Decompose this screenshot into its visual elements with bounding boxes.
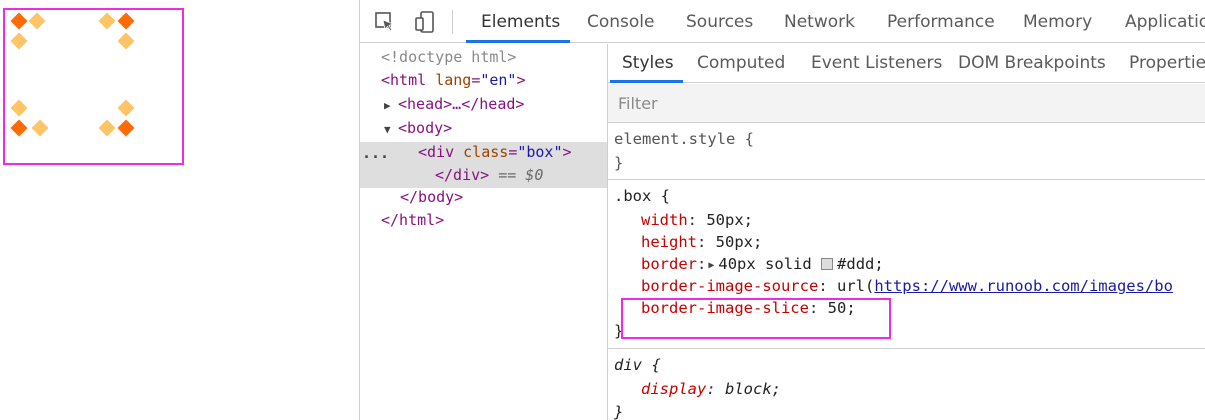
tab-event-listeners[interactable]: Event Listeners xyxy=(811,44,942,82)
tab-performance[interactable]: Performance xyxy=(887,0,995,43)
tab-application[interactable]: Applicatio xyxy=(1125,0,1205,43)
html-close-tag: </html> xyxy=(381,211,445,229)
tab-properties[interactable]: Properties xyxy=(1129,44,1205,82)
styles-pane: Styles Computed Event Listeners DOM Brea… xyxy=(608,44,1205,420)
color-swatch-icon[interactable] xyxy=(821,258,834,270)
css-prop-height[interactable]: height: 50px; xyxy=(641,231,762,253)
tab-dom-breakpoints[interactable]: DOM Breakpoints xyxy=(958,44,1106,82)
tab-elements[interactable]: Elements xyxy=(481,0,560,43)
tree-html-open[interactable]: <html lang="en"> xyxy=(381,69,526,92)
tab-styles[interactable]: Styles xyxy=(622,44,674,82)
tree-html-close[interactable]: </html> xyxy=(381,209,444,232)
tab-memory[interactable]: Memory xyxy=(1023,0,1092,43)
element-style-rule: element.style { } xyxy=(608,124,1205,180)
tree-div-open[interactable]: <div class="box"> xyxy=(418,141,572,164)
element-style-close: } xyxy=(614,154,624,172)
image-url-link[interactable]: https://www.runoob.com/images/bo xyxy=(874,277,1173,295)
tree-doctype[interactable]: <!doctype html> xyxy=(381,46,516,69)
css-prop-border-image-source[interactable]: border-image-source: url(https://www.run… xyxy=(641,275,1173,297)
tree-body-close[interactable]: </body> xyxy=(400,186,463,209)
selected-marker: == $0 xyxy=(498,166,544,184)
devtools-toolbar: Elements Console Sources Network Perform… xyxy=(360,0,1205,43)
box-highlight-outline xyxy=(3,8,184,165)
div-rule-close: } xyxy=(614,403,624,420)
html-attr-name: lang xyxy=(435,71,472,89)
active-subtab-indicator xyxy=(610,80,683,83)
div-attr-value: "box" xyxy=(517,143,563,161)
tab-sources[interactable]: Sources xyxy=(686,0,753,43)
div-attr-name: class xyxy=(463,143,509,161)
sidebar-tabs: Styles Computed Event Listeners DOM Brea… xyxy=(608,44,1205,83)
body-open-tag: <body> xyxy=(398,119,453,137)
active-tab-indicator xyxy=(466,40,570,43)
rendered-page xyxy=(0,0,359,420)
element-style-selector[interactable]: element.style { xyxy=(614,128,754,150)
div-open-tag: <div xyxy=(418,143,455,161)
node-menu-icon[interactable]: ... xyxy=(362,144,389,162)
tab-computed[interactable]: Computed xyxy=(697,44,785,82)
div-selector[interactable]: div { xyxy=(614,354,661,376)
css-prop-display[interactable]: display: block; xyxy=(641,378,781,400)
toolbar-separator xyxy=(452,10,453,34)
div-close-tag: </div> xyxy=(435,166,490,184)
html-open-tag: <html xyxy=(381,71,427,89)
filter-input[interactable] xyxy=(618,92,1018,114)
collapse-arrow-icon[interactable]: ▼ xyxy=(384,118,398,141)
doctype-text: <!doctype html> xyxy=(381,48,517,66)
inspect-element-icon[interactable] xyxy=(374,11,396,33)
head-tag: <head>…</head> xyxy=(398,95,525,113)
body-close-tag: </body> xyxy=(400,188,464,206)
tree-div-close[interactable]: </div> == $0 xyxy=(435,164,543,187)
expand-arrow-icon[interactable]: ▶ xyxy=(384,94,398,117)
div-useragent-rule: div { display: block; } xyxy=(608,350,1205,420)
css-prop-width[interactable]: width: 50px; xyxy=(641,209,753,231)
devtools-panel: Elements Console Sources Network Perform… xyxy=(360,0,1205,420)
html-attr-value: "en" xyxy=(480,71,517,89)
div-close-bracket: > xyxy=(562,143,572,161)
tab-network[interactable]: Network xyxy=(784,0,855,43)
tab-console[interactable]: Console xyxy=(587,0,655,43)
css-prop-border[interactable]: border: ▶ 40px solid #ddd; xyxy=(641,253,884,275)
filter-bar xyxy=(608,84,1205,123)
dom-tree: <!doctype html> <html lang="en"> ▶ <head>… xyxy=(360,44,607,420)
tree-head[interactable]: ▶ <head>…</head> xyxy=(384,93,524,116)
box-selector[interactable]: .box { xyxy=(614,185,670,207)
expand-shorthand-icon[interactable]: ▶ xyxy=(708,255,714,277)
tree-ellipsis[interactable]: ... xyxy=(362,142,389,165)
device-toolbar-icon[interactable] xyxy=(414,11,436,33)
border-image-slice-highlight xyxy=(621,298,891,339)
tree-body-open[interactable]: ▼ <body> xyxy=(384,117,452,140)
